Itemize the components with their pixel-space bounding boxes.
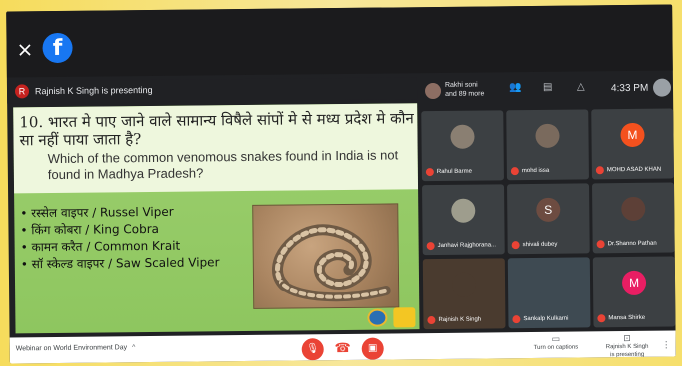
participant-name: MOHD ASAD KHAN <box>595 166 662 175</box>
participant-avatar: M <box>621 270 647 296</box>
participant-tile[interactable]: Janhavi Rajghorana... <box>422 184 505 256</box>
option-2: • किंग कोबरा / King Cobra <box>20 221 160 238</box>
mic-off-icon <box>512 315 521 324</box>
participant-video-tile[interactable]: Rajnish K Singh <box>422 258 506 330</box>
participant-name-text: Rahul Barme <box>436 168 472 175</box>
presenting-banner: R Rajnish K Singh is presenting <box>6 77 418 104</box>
participant-name: Sankalp Kulkarni <box>512 315 568 324</box>
activities-icon[interactable]: △ <box>577 81 585 92</box>
option-3: • कामन करैत / Common Krait <box>20 238 181 255</box>
leave-call-button[interactable]: ☎ <box>331 337 354 361</box>
participant-name: Janhavi Rajghorana... <box>426 241 497 251</box>
question-hindi: 10. भारत मे पाए जाने वाले सामान्य विषैले… <box>19 109 414 150</box>
viewers-line-1: Rakhi soni <box>444 81 478 89</box>
participant-avatar <box>451 198 476 223</box>
participant-name-text: MOHD ASAD KHAN <box>606 166 662 174</box>
participant-avatar <box>535 123 560 148</box>
present-now-button[interactable]: ⊡ Rajnish K Singh is presenting <box>605 333 649 359</box>
question-box: 10. भारत मे पाए जाने वाले सामान्य विषैले… <box>13 103 419 194</box>
participant-name: Rahul Barme <box>425 168 472 177</box>
captions-button[interactable]: ▭ Turn on captions <box>533 334 579 352</box>
participant-avatar <box>536 271 562 296</box>
participant-name-text: Janhavi Rajghorana... <box>437 242 497 249</box>
partner-logo-2-icon <box>393 307 416 328</box>
question-english: Which of the common venomous snakes foun… <box>47 147 399 183</box>
self-avatar[interactable] <box>652 78 672 97</box>
captions-label: Turn on captions <box>533 344 579 351</box>
presenting-label-line-1: Rajnish K Singh <box>605 343 649 351</box>
chat-icon[interactable]: ▤ <box>543 82 553 93</box>
participant-tile[interactable]: M Mansa Shirke <box>592 256 676 328</box>
viewer-avatar <box>424 82 442 100</box>
mic-off-icon <box>595 166 604 175</box>
mic-toggle-button[interactable]: 🎙 <box>301 338 324 361</box>
participant-tile[interactable]: mohd issa <box>506 109 589 181</box>
presenting-text: Rajnish K Singh is presenting <box>34 84 153 97</box>
participants-grid: Rahul Barme mohd issa M MOHD ASAD KHAN J… <box>421 108 676 332</box>
close-icon[interactable]: × <box>16 37 33 61</box>
mic-off-icon <box>596 240 605 249</box>
mic-off-icon <box>597 314 606 323</box>
mic-off-icon <box>510 167 519 176</box>
captions-icon: ▭ <box>551 334 561 345</box>
viewers-line-2: and 89 more <box>445 90 485 98</box>
people-icon[interactable]: 👥 <box>509 82 522 93</box>
partner-logo-icon <box>367 308 388 327</box>
present-icon: ⊡ <box>623 333 631 345</box>
snake-photo <box>252 203 400 309</box>
participant-name-text: Dr.Shanno Pathan <box>607 240 657 248</box>
participant-tile[interactable]: S shivali dubey <box>507 183 590 255</box>
facebook-share-bar: × f <box>6 4 673 78</box>
more-options-icon[interactable]: ⋮ <box>662 341 671 351</box>
mic-off-icon <box>427 316 436 325</box>
mic-off-icon <box>425 168 434 177</box>
option-1: • रस्सेल वाइपर / Russel Viper <box>20 204 174 221</box>
meeting-details[interactable]: Webinar on World Environment Day ^ <box>16 344 136 352</box>
presentation-slide: 10. भारत मे पाए जाने वाले सामान्य विषैले… <box>13 103 420 334</box>
participant-name: Dr.Shanno Pathan <box>596 240 657 249</box>
participant-tile[interactable]: M MOHD ASAD KHAN <box>591 108 674 180</box>
participant-tile[interactable]: Rahul Barme <box>421 110 504 182</box>
facebook-logo-icon[interactable]: f <box>42 32 73 64</box>
participant-name: Rajnish K Singh <box>427 316 481 325</box>
answer-options: • रस्सेल वाइपर / Russel Viper • किंग कोब… <box>20 203 219 273</box>
option-4: • सॉ स्केल्ड वाइपर / Saw Scaled Viper <box>20 255 220 272</box>
participant-avatar: M <box>620 122 645 148</box>
participant-name-text: shivali dubey <box>522 241 558 249</box>
participant-name: shivali dubey <box>511 241 558 250</box>
meeting-name: Webinar on World Environment Day <box>15 344 128 353</box>
clock: 4:33 PM <box>610 82 649 95</box>
camera-toggle-button[interactable]: ▣ <box>361 337 384 360</box>
participant-name-text: Rajnish K Singh <box>438 316 482 323</box>
participant-video-tile[interactable]: Sankalp Kulkarni <box>507 257 591 329</box>
participant-name-text: Mansa Shirke <box>608 314 646 322</box>
participant-avatar: S <box>536 197 561 222</box>
meeting-header: Rakhi soni and 89 more 👥 ▤ △ 4:33 PM <box>421 75 673 108</box>
participant-name-text: Sankalp Kulkarni <box>523 315 569 323</box>
participant-avatar <box>621 196 646 222</box>
participant-avatar <box>451 272 477 297</box>
snake-illustration <box>272 224 391 302</box>
meet-window: × f R Rajnish K Singh is presenting 10. … <box>6 4 676 364</box>
participant-name-text: mohd issa <box>521 167 550 175</box>
presenter-avatar: R <box>14 84 30 99</box>
participant-name: Mansa Shirke <box>597 314 646 323</box>
participant-tile[interactable]: Dr.Shanno Pathan <box>592 182 675 254</box>
chevron-up-icon: ^ <box>132 344 136 352</box>
participant-avatar <box>450 124 475 149</box>
viewers-count: Rakhi soni and 89 more <box>445 80 484 98</box>
participant-name: mohd issa <box>510 167 550 176</box>
mic-off-icon <box>511 241 520 250</box>
mic-off-icon <box>426 242 435 251</box>
